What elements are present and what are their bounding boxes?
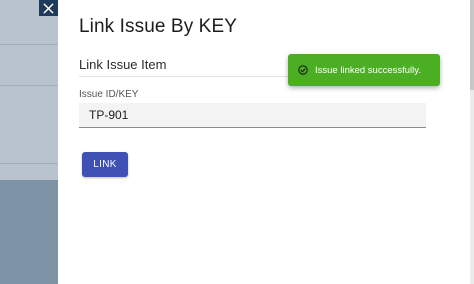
issue-key-input[interactable] — [79, 103, 426, 128]
close-icon — [43, 2, 54, 14]
scrollbar[interactable] — [470, 0, 474, 284]
background-app — [0, 0, 58, 284]
drawer-title: Link Issue By KEY — [79, 16, 237, 37]
success-toast: Issue linked successfully. — [288, 54, 440, 86]
close-button[interactable] — [39, 0, 58, 16]
background-divider — [0, 163, 58, 164]
background-panel — [0, 0, 58, 180]
background-divider — [0, 44, 58, 45]
scrollbar-thumb[interactable] — [470, 0, 474, 90]
section-label: Link Issue Item — [79, 57, 167, 72]
issue-key-label: Issue ID/KEY — [79, 89, 139, 100]
check-circle-icon — [298, 65, 308, 75]
link-issue-drawer: Link Issue By KEY Link Issue Item Issue … — [58, 0, 474, 284]
background-divider — [0, 85, 58, 86]
link-button[interactable]: LINK — [82, 152, 128, 177]
toast-message: Issue linked successfully. — [315, 64, 421, 76]
